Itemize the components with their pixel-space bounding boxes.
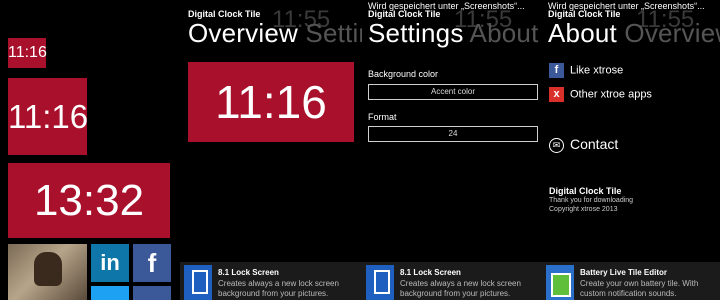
extra-tile[interactable] [133, 286, 171, 300]
contact-label: Contact [570, 136, 619, 152]
medium-clock-time: 11:16 [8, 98, 89, 135]
pivot-about[interactable]: About [470, 18, 539, 48]
other-apps-link[interactable]: x Other xtroe apps [549, 87, 652, 102]
format-select[interactable]: 24 [368, 126, 538, 142]
about-panel: Wird gespeichert unter „Screenshots“... … [542, 0, 720, 300]
format-label: Format [368, 112, 397, 122]
store-banner[interactable]: 8.1 Lock Screen Creates always a new loc… [180, 262, 362, 300]
person-photo [34, 252, 62, 286]
store-banner[interactable]: 8.1 Lock Screen Creates always a new loc… [362, 262, 542, 300]
settings-panel: Wird gespeichert unter „Screenshots“... … [362, 0, 542, 300]
background-color-label: Background color [368, 69, 439, 79]
x-icon: x [549, 87, 564, 102]
contact-link[interactable]: ✉ Contact [549, 136, 618, 153]
medium-clock-tile[interactable]: 11:16 [8, 78, 89, 155]
facebook-icon: f [549, 63, 564, 78]
store-banner[interactable]: Battery Live Tile Editor Create your own… [542, 262, 720, 300]
pivot-settings[interactable]: Settings [305, 18, 362, 48]
pivot-about[interactable]: About [548, 18, 617, 48]
small-clock-time: 11:16 [8, 44, 47, 61]
twitter-tile[interactable] [91, 286, 129, 300]
pivot-overview[interactable]: Overview [624, 18, 720, 48]
store-title: Battery Live Tile Editor [580, 268, 667, 277]
linkedin-tile[interactable]: in [91, 244, 129, 282]
facebook-icon: f [147, 248, 157, 278]
info-thanks: Thank you for downloading [549, 197, 634, 204]
pivot-header: Settings About [368, 18, 539, 49]
store-title: 8.1 Lock Screen [400, 268, 461, 277]
like-label: Like xtrose [570, 64, 624, 77]
like-link[interactable]: f Like xtrose [549, 63, 623, 78]
pivot-header: Overview Settings [188, 18, 362, 49]
photo-tile[interactable] [8, 244, 87, 300]
preview-tile: 11:16 [188, 62, 354, 142]
lockscreen-app-icon [184, 265, 212, 300]
lockscreen-app-icon [366, 265, 394, 300]
store-desc: Create your own battery tile. With custo… [580, 279, 699, 298]
info-title: Digital Clock Tile [549, 186, 622, 196]
linkedin-icon: in [100, 250, 120, 275]
background-color-select[interactable]: Accent color [368, 84, 538, 100]
mail-icon: ✉ [549, 137, 564, 153]
store-desc: Creates always a new lock screen backgro… [218, 279, 339, 298]
pivot-overview[interactable]: Overview [188, 18, 298, 48]
info-copyright: Copyright xtrose 2013 [549, 206, 618, 213]
wide-clock-tile[interactable]: 13:32 [8, 163, 170, 238]
battery-app-icon [546, 265, 574, 300]
store-desc: Creates always a new lock screen backgro… [400, 279, 521, 298]
preview-time: 11:16 [215, 76, 327, 128]
facebook-tile[interactable]: f [133, 244, 171, 282]
pivot-settings[interactable]: Settings [368, 18, 464, 48]
other-apps-label: Other xtroe apps [570, 88, 652, 101]
wide-clock-time: 13:32 [33, 176, 145, 225]
small-clock-tile[interactable]: 11:16 [8, 38, 47, 68]
overview-panel: 11:55 Digital Clock Tile Overview Settin… [180, 0, 362, 300]
store-title: 8.1 Lock Screen [218, 268, 279, 277]
pivot-header: About Overview [548, 18, 720, 49]
